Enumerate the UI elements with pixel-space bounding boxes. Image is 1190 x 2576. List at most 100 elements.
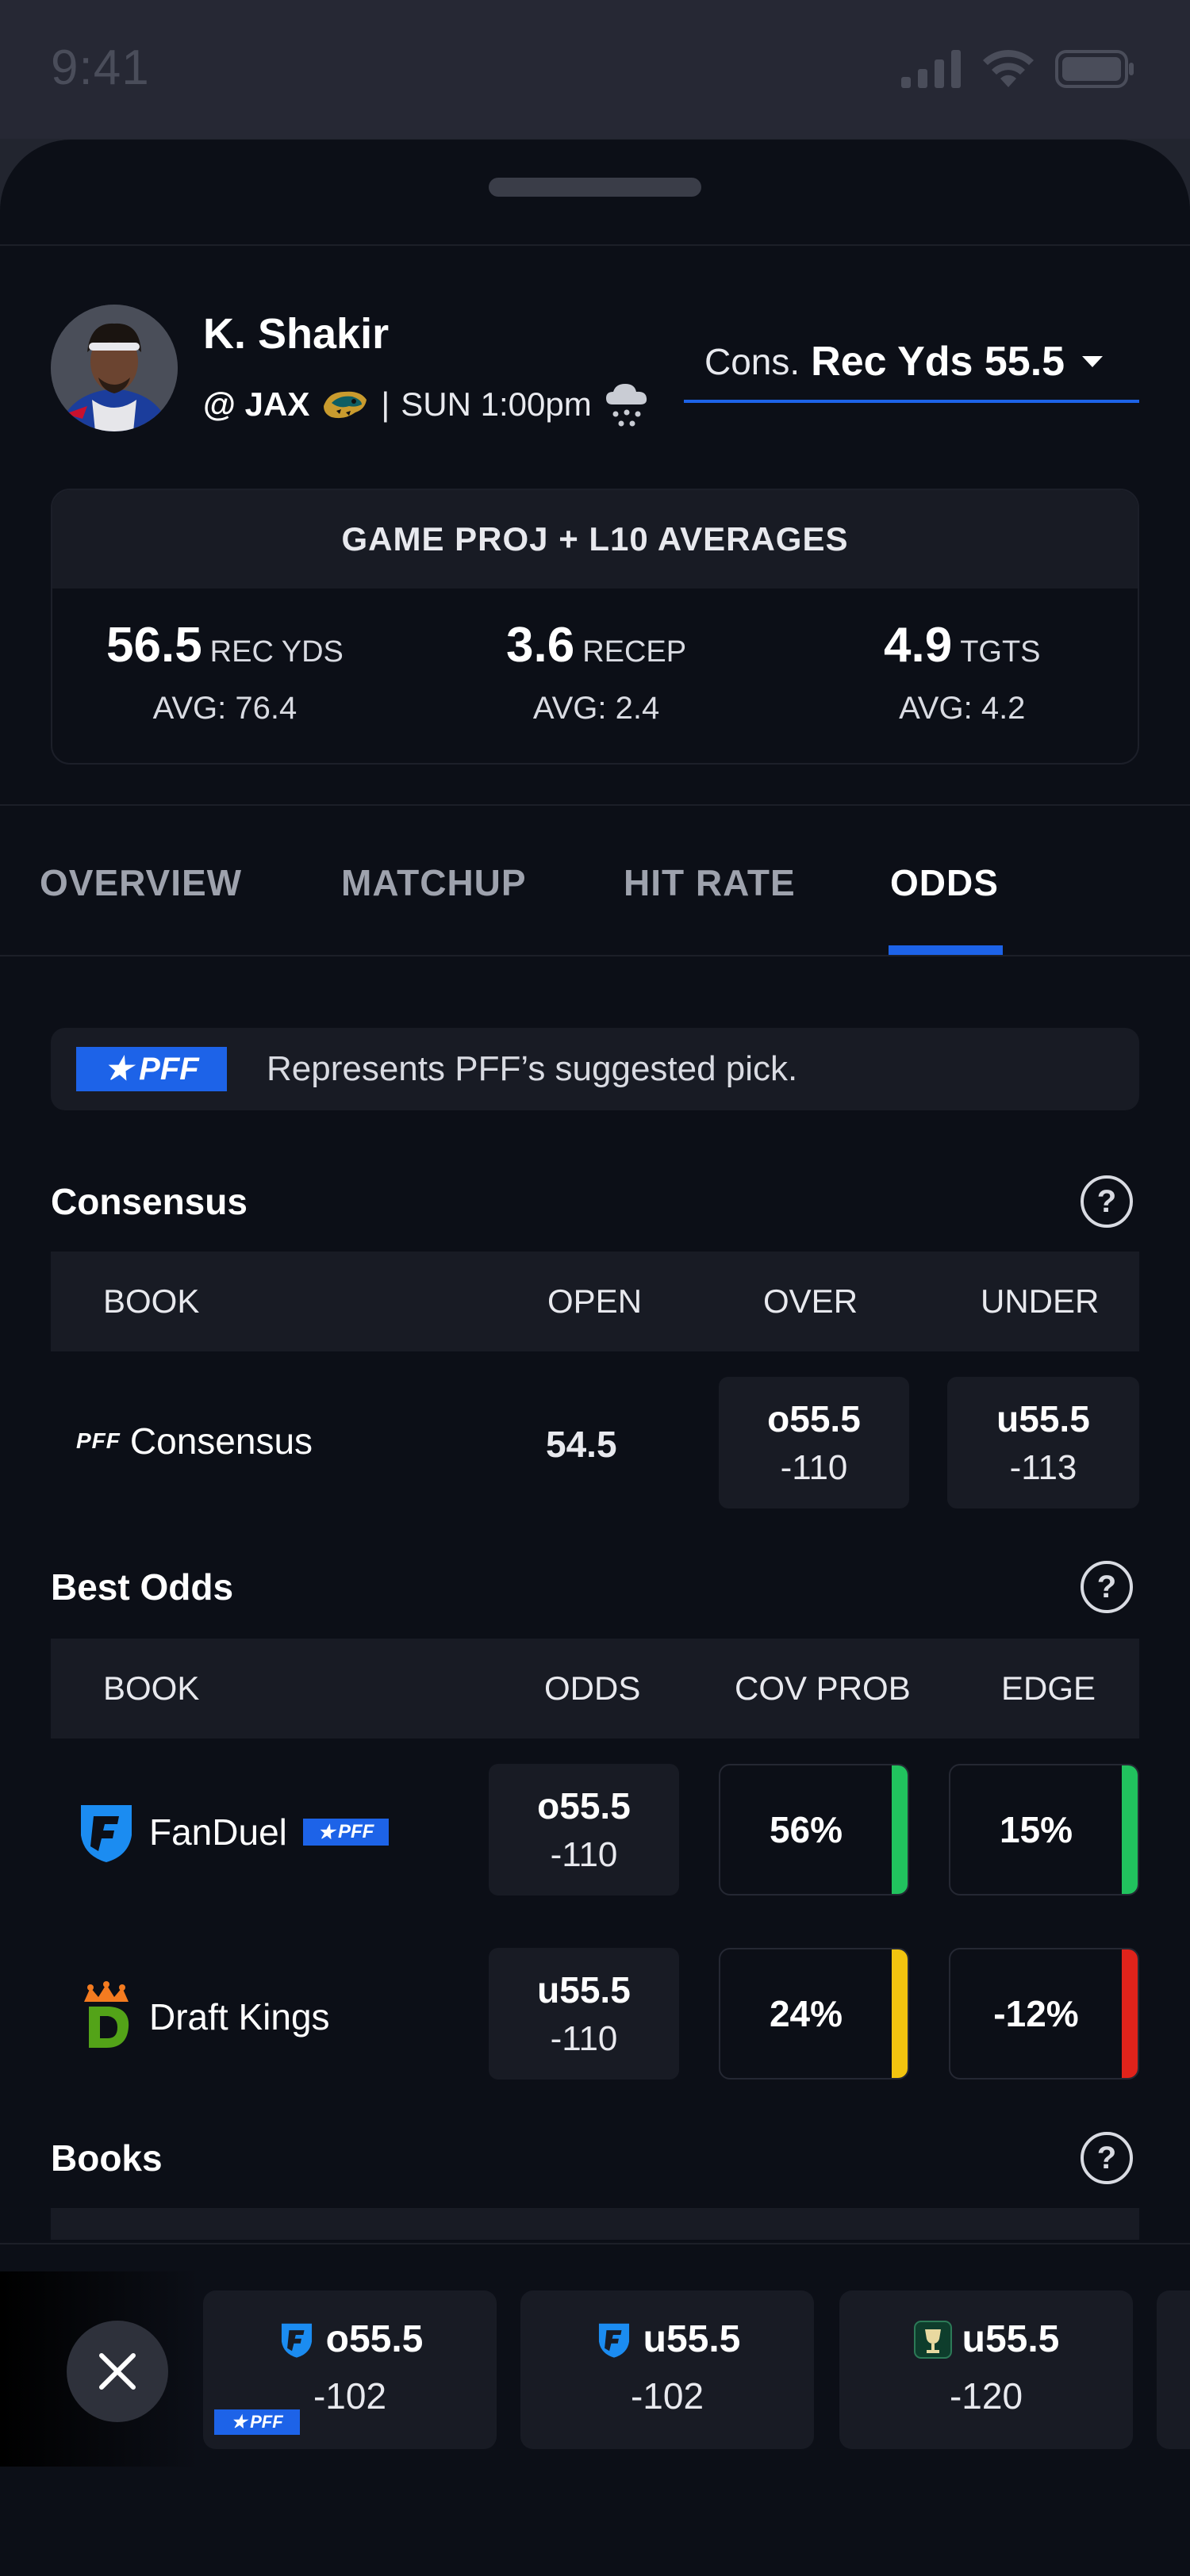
projections-title: GAME PROJ + L10 AVERAGES [52,490,1138,588]
book-name: FanDuel [149,1811,287,1853]
projection-unit: RECEP [582,635,687,669]
player-avatar [51,305,178,431]
battery-icon [1055,50,1134,88]
tray-odds-card[interactable]: u55.5 -120 [839,2290,1133,2449]
tab-overview[interactable]: OVERVIEW [40,861,242,904]
fanduel-icon [81,1805,132,1862]
under-price: -113 [1009,1448,1077,1487]
help-icon[interactable]: ? [1081,2132,1133,2184]
under-line: u55.5 [996,1398,1090,1439]
snow-weather-icon [605,384,647,427]
book-name: Draft Kings [149,1996,330,2037]
draftkings-edge-cell: -12% [949,1948,1139,2080]
fanduel-icon [598,2323,629,2358]
column-header-under: UNDER [981,1282,1100,1320]
prop-value: Rec Yds 55.5 [811,339,1065,385]
projection-rec-yds: 56.5 REC YDS AVG: 76.4 [106,617,344,726]
projection-avg: AVG: 2.4 [532,691,660,726]
odds-line: u55.5 [537,1969,631,2011]
projection-value: 56.5 [106,618,202,673]
odds-price: -110 [550,2019,618,2058]
tab-hit-rate[interactable]: HIT RATE [624,861,796,904]
book-icon [913,2320,952,2359]
status-bar: 9:41 [0,0,1190,139]
projection-unit: TGTS [960,635,1041,669]
help-icon[interactable]: ? [1081,1561,1133,1613]
cov-prob-value: 24% [769,1993,843,2034]
column-header-book: BOOK [103,1282,200,1320]
tray-odds-card[interactable]: u55.5 -102 [520,2290,814,2449]
tray-odds-card-partial[interactable] [1157,2290,1190,2449]
prop-selector-dropdown[interactable]: Cons. Rec Yds 55.5 [684,324,1139,403]
game-info: @ JAX | SUN 1:00pm [203,381,651,428]
pff-badge-text: PFF [250,2412,283,2432]
cov-prob-indicator [892,1765,908,1894]
close-button[interactable] [67,2321,168,2422]
draftkings-cov-prob-cell: 24% [719,1948,909,2080]
column-header-over: OVER [763,1282,858,1320]
wifi-icon [983,50,1034,87]
cov-prob-value: 56% [769,1809,843,1850]
projection-tgts: 4.9 TGTS AVG: 4.2 [884,617,1041,726]
tab-matchup[interactable]: MATCHUP [341,861,527,904]
help-icon[interactable]: ? [1081,1175,1133,1228]
signal-icon [901,50,961,88]
prop-prefix: Cons. [704,341,800,382]
draftkings-odds-cell[interactable]: u55.5 -110 [489,1948,679,2080]
jaguars-logo-icon [324,391,367,419]
consensus-title: Consensus [51,1181,248,1222]
open-value: 54.5 [546,1424,617,1465]
sheet-grabber[interactable] [489,178,701,197]
status-icons [901,49,1134,89]
best-odds-title: Best Odds [51,1566,234,1608]
pff-badge-text: PFF [139,1051,199,1087]
status-time: 9:41 [51,40,150,95]
pff-badge: ★ PFF [214,2409,300,2435]
odds-line: o55.5 [537,1785,631,1827]
star-icon: ★ [231,2412,248,2432]
tray-odds-line: o55.5 [203,2317,497,2361]
divider [0,955,1190,956]
consensus-over-cell[interactable]: o55.5 -110 [719,1377,909,1508]
over-price: -110 [780,1448,848,1487]
edge-indicator [1122,1765,1138,1894]
fanduel-edge-cell: 15% [949,1764,1139,1896]
tray-odds-card[interactable]: o55.5 -102 ★ PFF [203,2290,497,2449]
fanduel-cov-prob-cell: 56% [719,1764,909,1896]
consensus-book: PFF Consensus [76,1420,313,1462]
divider [0,244,1190,246]
opponent-label: @ JAX [203,385,310,423]
over-line: o55.5 [767,1398,861,1439]
chevron-down-icon [1082,356,1104,367]
best-odds-table-header: BOOK ODDS COV PROB EDGE [51,1639,1139,1738]
pff-badge-text: PFF [337,1821,374,1842]
tab-bar: OVERVIEW MATCHUP HIT RATE ODDS [0,806,1190,952]
pff-legend: ★ PFF Represents PFF’s suggested pick. [51,1028,1139,1110]
tab-odds[interactable]: ODDS [890,861,999,904]
edge-value: 15% [999,1809,1073,1850]
projection-recep: 3.6 RECEP AVG: 2.4 [506,617,686,726]
fanduel-odds-cell[interactable]: o55.5 -110 [489,1764,679,1896]
tray-odds-line: u55.5 [839,2317,1133,2361]
tray-line-text: u55.5 [962,2318,1060,2360]
player-name: K. Shakir [203,310,390,358]
book-name: Consensus [129,1420,313,1462]
close-icon [99,2353,136,2390]
tray-line-text: o55.5 [325,2318,424,2360]
legend-text: Represents PFF’s suggested pick. [267,1049,798,1088]
info-separator: | [381,385,390,423]
draftkings-icon [84,1981,129,2048]
consensus-table-header: BOOK OPEN OVER UNDER [51,1252,1139,1351]
edge-indicator [1122,1949,1138,2078]
game-time: SUN 1:00pm [401,385,592,423]
projections-card: GAME PROJ + L10 AVERAGES 56.5 REC YDS AVG… [51,489,1139,765]
projection-avg: AVG: 4.2 [899,691,1026,726]
tray-odds-line: u55.5 [520,2317,814,2361]
column-header-odds: ODDS [544,1669,641,1707]
consensus-under-cell[interactable]: u55.5 -113 [947,1377,1139,1508]
tray-line-text: u55.5 [643,2318,741,2360]
odds-price: -110 [550,1835,618,1874]
projection-value: 3.6 [506,618,575,673]
star-icon: ★ [104,1052,133,1087]
edge-value: -12% [993,1993,1079,2034]
